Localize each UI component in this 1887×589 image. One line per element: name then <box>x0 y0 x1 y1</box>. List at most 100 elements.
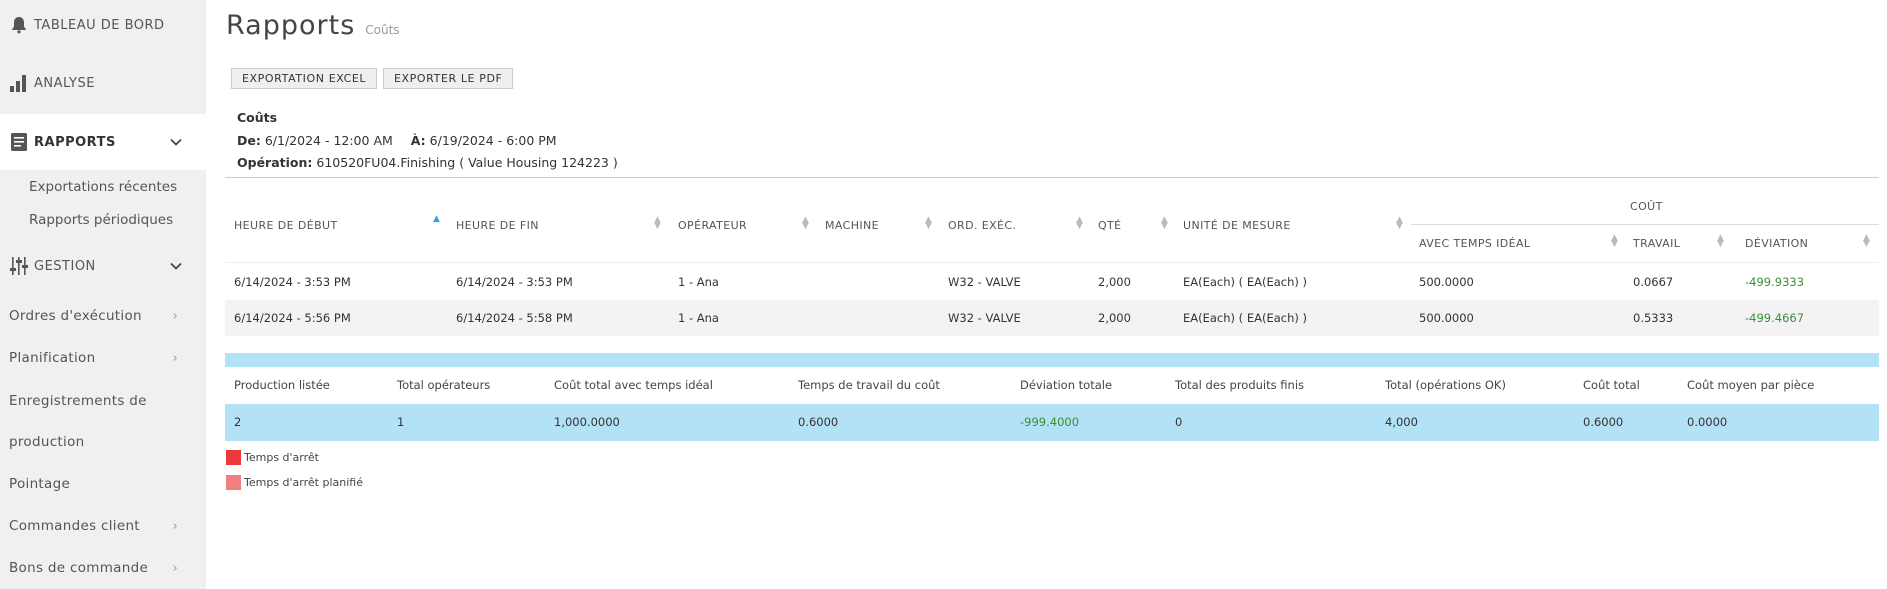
sum-col-labor-time: Temps de travail du coût <box>798 378 940 392</box>
cell-deviation: -499.9333 <box>1745 275 1805 289</box>
nav-dashboard[interactable]: TABLEAU DE BORD <box>0 0 206 50</box>
bar-chart-icon <box>9 72 29 94</box>
export-excel-button[interactable]: EXPORTATION EXCEL <box>231 68 378 89</box>
sum-col-ok-ops: Total (opérations OK) <box>1385 378 1506 392</box>
cell-quantity: 2,000 <box>1098 311 1131 325</box>
cell-operator: 1 - Ana <box>678 275 719 289</box>
cell-unit: EA(Each) ( EA(Each) ) <box>1183 311 1308 325</box>
col-quantity[interactable]: QTÉ <box>1098 219 1122 232</box>
nav-dashboard-label: TABLEAU DE BORD <box>34 17 165 33</box>
sidebar-item-label: Enregistrements de <box>9 392 147 409</box>
cell-labor: 0.0667 <box>1633 275 1674 289</box>
sort-icon[interactable]: ▲ ▼ <box>1076 216 1083 231</box>
nav-management[interactable]: GESTION <box>0 240 206 292</box>
group-divider <box>1411 224 1879 225</box>
col-work-order[interactable]: ORD. EXÉC. <box>948 219 1016 232</box>
sum-finished: 0 <box>1175 415 1183 429</box>
col-labor[interactable]: TRAVAIL <box>1633 237 1680 250</box>
sidebar-item-label: Planification <box>9 350 96 366</box>
table-row[interactable]: 6/14/2024 - 5:56 PM 6/14/2024 - 5:58 PM … <box>225 300 1879 336</box>
col-end-time[interactable]: HEURE DE FIN <box>456 219 539 232</box>
nav-reports[interactable]: RAPPORTS <box>0 114 206 170</box>
sum-col-total-cost: Coût total <box>1583 378 1640 392</box>
chevron-down-icon <box>170 135 182 149</box>
chevron-right-icon: › <box>172 350 178 366</box>
sum-production: 2 <box>234 415 242 429</box>
sort-icon[interactable]: ▲ ▼ <box>1863 234 1870 249</box>
col-ideal-time[interactable]: AVEC TEMPS IDÉAL <box>1419 237 1530 250</box>
nav-management-label: GESTION <box>34 258 96 274</box>
col-unit[interactable]: UNITÉ DE MESURE <box>1183 219 1291 232</box>
col-machine[interactable]: MACHINE <box>825 219 879 232</box>
operation-label: Opération: <box>237 155 313 170</box>
sidebar-item-sales-orders[interactable]: Commandes client › <box>0 505 206 547</box>
from-value: 6/1/2024 - 12:00 AM <box>264 133 393 148</box>
sidebar-item-label: production <box>9 433 85 450</box>
page-subtitle: Coûts <box>365 23 400 37</box>
sum-deviation: -999.4000 <box>1020 415 1080 429</box>
cell-start: 6/14/2024 - 3:53 PM <box>234 275 351 289</box>
operation-value: 610520FU04.Finishing ( Value Housing 124… <box>316 155 618 170</box>
legend-downtime: Temps d'arrêt <box>226 450 319 465</box>
sort-asc-icon[interactable]: ▲ <box>433 215 440 224</box>
sort-icon[interactable]: ▲ ▼ <box>1717 234 1724 249</box>
legend-swatch <box>226 475 241 490</box>
sum-total-cost: 0.6000 <box>1583 415 1624 429</box>
sum-col-deviation: Déviation totale <box>1020 378 1113 392</box>
document-icon <box>9 131 29 153</box>
col-deviation[interactable]: DÉVIATION <box>1745 237 1808 250</box>
sidebar-item-periodic-reports[interactable]: Rapports périodiques <box>0 203 206 237</box>
main-content: Rapports Coûts EXPORTATION EXCEL EXPORTE… <box>206 0 1887 589</box>
table-row[interactable]: 6/14/2024 - 3:53 PM 6/14/2024 - 3:53 PM … <box>225 264 1879 300</box>
divider <box>225 177 1879 178</box>
sidebar-item-production-records-cont[interactable]: production <box>0 421 206 462</box>
legend-label: Temps d'arrêt planifié <box>244 476 363 489</box>
cell-end: 6/14/2024 - 3:53 PM <box>456 275 573 289</box>
nav-analysis[interactable]: ANALYSE <box>0 58 206 108</box>
sidebar-item-label: Pointage <box>9 476 71 492</box>
cell-labor: 0.5333 <box>1633 311 1674 325</box>
sliders-icon <box>9 255 29 277</box>
cell-ideal: 500.0000 <box>1419 311 1474 325</box>
sidebar-item-label: Exportations récentes <box>29 179 178 195</box>
sidebar-item-label: Commandes client <box>9 518 140 534</box>
sidebar-item-label: Rapports périodiques <box>29 212 174 228</box>
sidebar-item-production-records[interactable]: Enregistrements de <box>0 380 206 421</box>
nav-analysis-label: ANALYSE <box>34 75 95 91</box>
cell-end: 6/14/2024 - 5:58 PM <box>456 311 573 325</box>
sort-icon[interactable]: ▲ ▼ <box>1611 234 1618 249</box>
legend-label: Temps d'arrêt <box>244 451 319 464</box>
cell-deviation: -499.4667 <box>1745 311 1805 325</box>
sort-icon[interactable]: ▲ ▼ <box>925 216 932 231</box>
sidebar-item-planning[interactable]: Planification › <box>0 337 206 379</box>
sort-icon[interactable]: ▲ ▼ <box>654 216 661 231</box>
sort-icon[interactable]: ▲ ▼ <box>802 216 809 231</box>
chevron-down-icon <box>170 259 182 273</box>
export-pdf-button[interactable]: EXPORTER LE PDF <box>383 68 514 89</box>
operation-line: Opération: 610520FU04.Finishing ( Value … <box>237 155 618 170</box>
sum-col-avg-cost: Coût moyen par pièce <box>1687 378 1815 392</box>
sidebar-item-recent-exports[interactable]: Exportations récentes <box>0 170 206 204</box>
report-heading: Coûts <box>237 110 278 125</box>
col-start-time[interactable]: HEURE DE DÉBUT <box>234 219 338 232</box>
sum-col-production: Production listée <box>234 378 330 392</box>
cell-work-order: W32 - VALVE <box>948 311 1021 325</box>
sidebar-item-timekeeping[interactable]: Pointage <box>0 463 206 505</box>
cell-operator: 1 - Ana <box>678 311 719 325</box>
chevron-right-icon: › <box>172 518 178 534</box>
sort-icon[interactable]: ▲ ▼ <box>1161 216 1168 231</box>
sidebar-item-work-orders[interactable]: Ordres d'exécution › <box>0 295 206 337</box>
col-operator[interactable]: OPÉRATEUR <box>678 219 747 232</box>
sort-icon[interactable]: ▲ ▼ <box>1396 216 1403 231</box>
cell-unit: EA(Each) ( EA(Each) ) <box>1183 275 1308 289</box>
cell-quantity: 2,000 <box>1098 275 1131 289</box>
cell-start: 6/14/2024 - 5:56 PM <box>234 311 351 325</box>
sum-avg-cost: 0.0000 <box>1687 415 1728 429</box>
to-label: À: <box>410 133 426 148</box>
cell-work-order: W32 - VALVE <box>948 275 1021 289</box>
sum-col-finished: Total des produits finis <box>1175 378 1305 392</box>
sidebar-item-purchase-orders[interactable]: Bons de commande › <box>0 547 206 589</box>
sidebar-item-label: Ordres d'exécution <box>9 308 142 324</box>
legend-planned-downtime: Temps d'arrêt planifié <box>226 475 363 490</box>
nav-reports-label: RAPPORTS <box>34 134 116 150</box>
